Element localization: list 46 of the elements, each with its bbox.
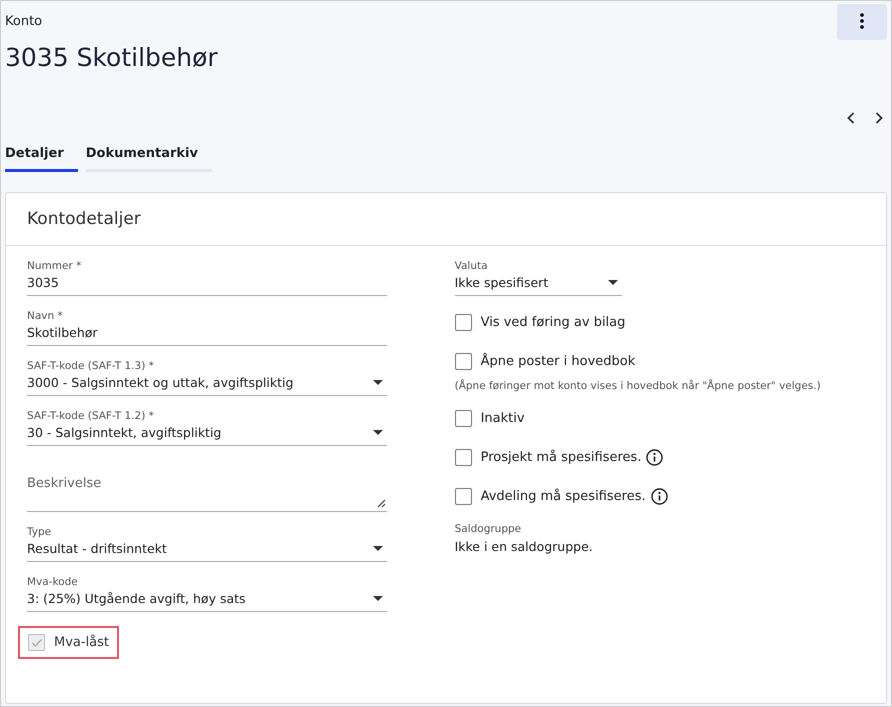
checkbox[interactable]: [454, 314, 472, 331]
dropdown-field[interactable]: 30 - Salgsinntekt, avgiftspliktig: [27, 422, 387, 446]
checkmark-icon: [30, 638, 42, 648]
card-title: Kontodetaljer: [27, 209, 141, 229]
checkbox-label: Avdeling må spesifiseres.: [480, 489, 646, 504]
checkbox[interactable]: [454, 353, 472, 370]
info-icon[interactable]: [650, 488, 668, 505]
text-field[interactable]: 3035: [27, 272, 387, 296]
field-label: Navn *: [27, 310, 64, 322]
caret-icon: [372, 430, 383, 435]
caret-icon: [372, 546, 383, 551]
info-icon[interactable]: [646, 449, 664, 466]
checkbox-label: Inaktiv: [480, 411, 525, 426]
caret-icon: [608, 280, 618, 285]
checkbox[interactable]: [454, 449, 472, 466]
breadcrumb: Konto: [5, 14, 42, 28]
caret-icon: [372, 380, 383, 385]
field-label: Mva-kode: [27, 576, 79, 588]
checkbox[interactable]: [454, 488, 472, 505]
description-field[interactable]: Beskrivelse: [27, 472, 387, 512]
dropdown-field[interactable]: Resultat - driftsinntekt: [27, 538, 387, 562]
previous-icon[interactable]: [847, 112, 855, 124]
next-icon[interactable]: [875, 112, 883, 124]
page-title: 3035 Skotilbehør: [5, 43, 219, 72]
checkbox-label: Mva-låst: [54, 635, 110, 650]
tab[interactable]: Dokumentarkiv: [86, 140, 212, 172]
dropdown-field[interactable]: 3: (25%) Utgående avgift, høy sats: [27, 588, 387, 612]
caret-icon: [372, 596, 383, 601]
help-text: (Åpne føringer mot konto vises i hovedbok når "Åpne poster" velges.): [454, 380, 822, 392]
dropdown-field[interactable]: Ikke spesifisert: [454, 272, 622, 296]
checkbox-label: Vis ved føring av bilag: [480, 315, 626, 330]
field-label: SAF-T-kode (SAF-T 1.3) *: [27, 360, 155, 372]
field-label: Type: [27, 526, 52, 538]
field-label: Nummer *: [27, 260, 82, 272]
text-field[interactable]: Skotilbehør: [27, 322, 387, 346]
checkbox-label: Åpne poster i hovedbok: [480, 354, 636, 369]
field-label: Saldogruppe: [454, 523, 522, 535]
checkbox[interactable]: [454, 410, 472, 427]
tab[interactable]: Detaljer: [5, 140, 78, 172]
field-value: Ikke i en saldogruppe.: [454, 539, 594, 554]
dropdown-field[interactable]: 3000 - Salgsinntekt og uttak, avgiftspliktig: [27, 372, 387, 396]
field-label: SAF-T-kode (SAF-T 1.2) *: [27, 410, 155, 422]
field-label: Valuta: [454, 260, 489, 272]
checkbox-label: Prosjekt må spesifiseres.: [480, 450, 642, 465]
resize-handle-icon[interactable]: [376, 499, 386, 508]
more-icon: [860, 12, 864, 28]
